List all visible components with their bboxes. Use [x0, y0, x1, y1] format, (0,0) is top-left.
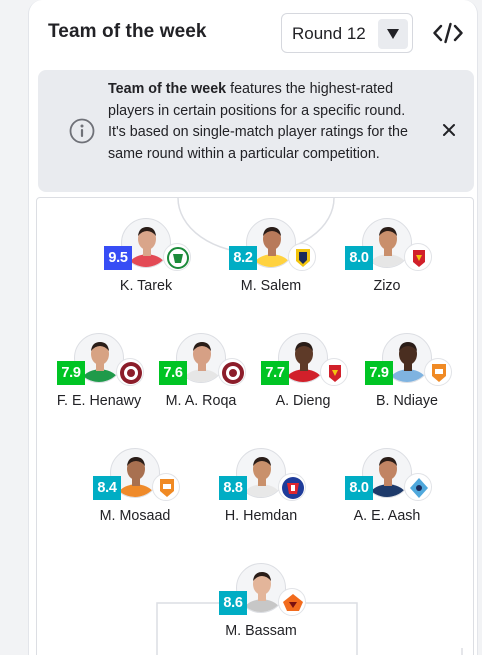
info-banner: Team of the week features the highest-ra… — [38, 70, 474, 192]
yellow-navy-crest-icon — [288, 243, 316, 271]
player-name: K. Tarek — [119, 278, 173, 294]
player-name: A. E. Aash — [353, 508, 421, 524]
info-icon — [69, 118, 95, 149]
red-eagle-crest-icon — [320, 358, 348, 386]
close-icon[interactable] — [441, 122, 457, 138]
skyblue-diamond-crest-icon — [404, 473, 432, 501]
green-white-crest-icon — [163, 243, 191, 271]
rating-badge: 8.0 — [345, 476, 373, 500]
rating-badge: 7.9 — [365, 361, 393, 385]
player-card[interactable]: 7.9 B. Ndiaye — [345, 333, 469, 413]
orange-shield-crest-icon — [152, 473, 180, 501]
round-select[interactable]: Round 12 — [281, 13, 413, 53]
rating-badge: 8.4 — [93, 476, 121, 500]
player-name: M. Mosaad — [99, 508, 171, 524]
player-card[interactable]: 8.8 H. Hemdan — [199, 448, 323, 528]
rating-badge: 7.7 — [261, 361, 289, 385]
rating-badge: 9.5 — [104, 246, 132, 270]
card-header: Team of the week Round 12 — [29, 0, 477, 66]
rating-badge: 8.2 — [229, 246, 257, 270]
player-name: M. Bassam — [225, 623, 297, 639]
orange-shield-crest-icon — [424, 358, 452, 386]
player-card[interactable]: 8.0 Zizo — [325, 218, 449, 298]
info-text-title: Team of the week — [108, 81, 227, 97]
player-card[interactable]: 8.6 M. Bassam — [199, 563, 323, 643]
embed-code-icon[interactable] — [433, 21, 463, 45]
player-name: B. Ndiaye — [376, 393, 438, 409]
player-card[interactable]: 9.5 K. Tarek — [84, 218, 208, 298]
round-select-value: Round 12 — [292, 24, 366, 43]
rating-badge: 8.0 — [345, 246, 373, 270]
red-blue-crest-icon — [278, 473, 306, 501]
rating-badge: 8.6 — [219, 591, 247, 615]
player-card[interactable]: 8.0 A. E. Aash — [325, 448, 449, 528]
rating-badge: 7.6 — [159, 361, 187, 385]
player-name: H. Hemdan — [224, 508, 298, 524]
info-text: Team of the week features the highest-ra… — [108, 79, 408, 165]
team-of-the-week-card: Team of the week Round 12 Team of the we… — [28, 0, 478, 655]
player-card[interactable]: 8.4 M. Mosaad — [73, 448, 197, 528]
rating-badge: 8.8 — [219, 476, 247, 500]
rating-badge: 7.9 — [57, 361, 85, 385]
orange-bird-crest-icon — [278, 588, 306, 616]
player-name: Zizo — [373, 278, 401, 294]
chevron-down-icon — [378, 19, 408, 49]
red-eagle-crest-icon — [404, 243, 432, 271]
card-title: Team of the week — [48, 21, 207, 42]
